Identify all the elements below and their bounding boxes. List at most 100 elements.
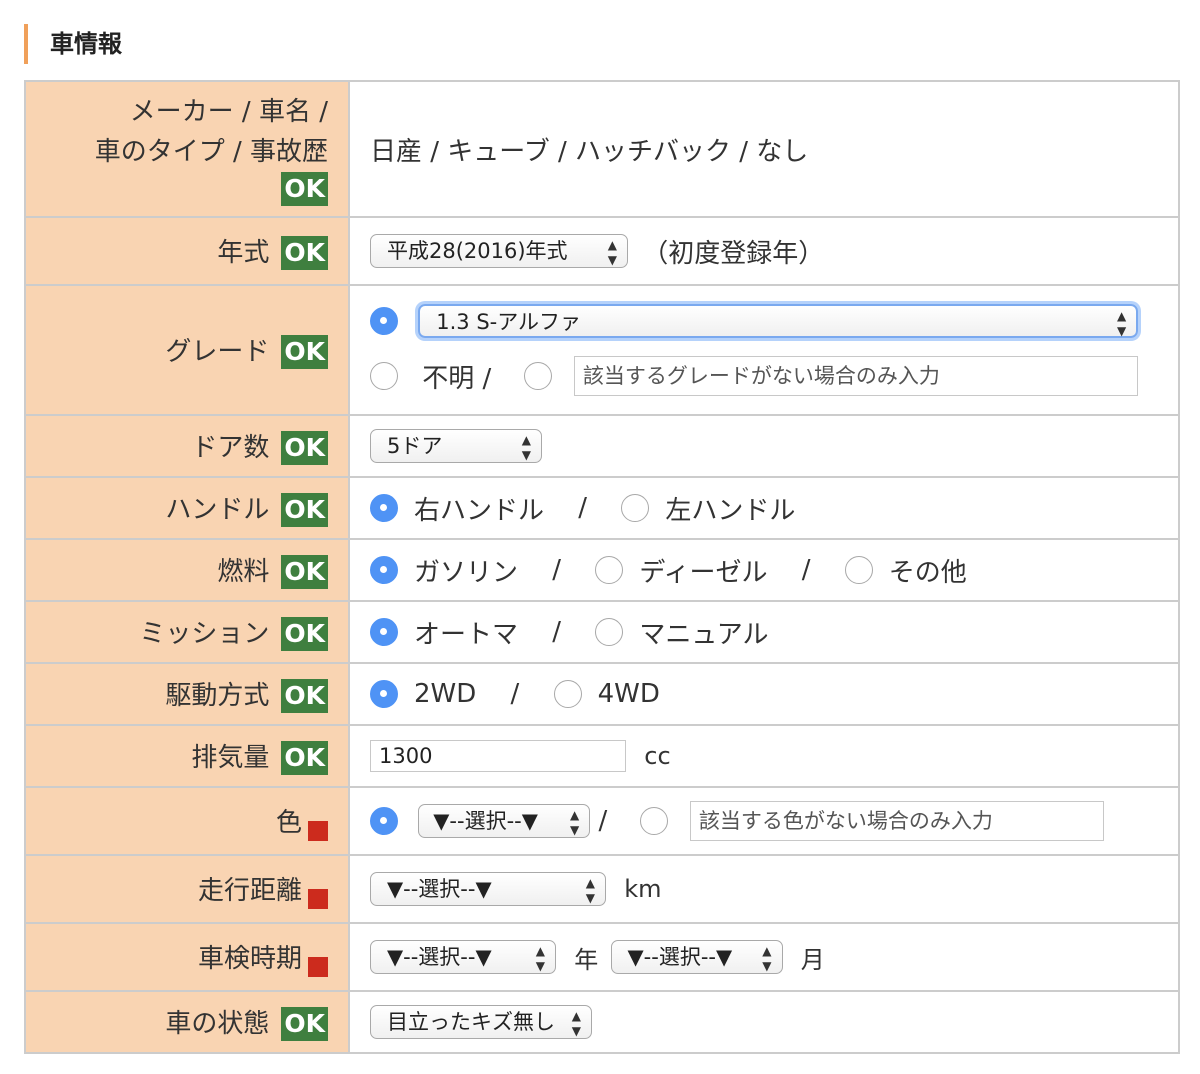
row-mission: ミッション OK オートマ / マニュアル — [24, 600, 1180, 664]
grade-select[interactable]: 1.3 S-アルファ ▲ ▼ — [418, 304, 1139, 338]
color-label: 色 — [275, 807, 302, 838]
select-arrows-icon: ▲ ▼ — [521, 433, 531, 462]
handle-left-radio[interactable] — [621, 494, 650, 522]
maker-label-line1: メーカー / 車名 / — [129, 97, 328, 127]
inspection-month-value: ▼--選択--▼ — [627, 945, 733, 969]
select-arrows-icon: ▲ ▼ — [1117, 309, 1127, 338]
drive-2wd-label: 2WD — [414, 679, 477, 710]
color-select-value: ▼--選択--▼ — [433, 809, 538, 833]
grade-label: グレード — [165, 336, 270, 367]
ok-badge: OK — [281, 1007, 328, 1042]
fuel-gasoline-radio[interactable] — [370, 556, 398, 584]
grade-select-value: 1.3 S-アルファ — [436, 310, 582, 334]
ok-badge: OK — [281, 236, 328, 271]
ok-badge: OK — [281, 335, 328, 370]
displacement-input[interactable]: 1300 — [370, 740, 626, 772]
inspection-year-unit: 年 — [574, 945, 599, 974]
car-info-form: メーカー / 車名 / 車のタイプ / 事故歴 OK 日産 / キューブ / ハ… — [24, 80, 1180, 1054]
ok-badge: OK — [281, 555, 328, 590]
select-arrows-icon: ▲ ▼ — [535, 944, 545, 973]
ok-badge: OK — [281, 741, 328, 776]
drive-label: 駆動方式 — [165, 680, 270, 711]
mission-label: ミッション — [139, 618, 270, 649]
mileage-select-value: ▼--選択--▼ — [387, 877, 492, 901]
row-handle: ハンドル OK 右ハンドル / 左ハンドル — [24, 476, 1180, 540]
grade-unknown-label: 不明 / — [422, 363, 492, 394]
year-label: 年式 — [217, 237, 270, 268]
row-year: 年式 OK 平成28(2016)年式 ▲ ▼ （初度登録年） — [24, 216, 1180, 286]
color-other-radio[interactable] — [639, 807, 668, 835]
select-arrows-icon: ▲ ▼ — [570, 808, 580, 837]
condition-select-value: 目立ったキズ無し — [387, 1010, 555, 1034]
mission-auto-label: オートマ — [414, 619, 519, 650]
color-select-radio[interactable] — [370, 807, 398, 835]
grade-select-radio[interactable] — [370, 307, 398, 335]
inspection-month-unit: 月 — [800, 945, 825, 974]
drive-2wd-radio[interactable] — [370, 680, 398, 709]
select-arrows-icon: ▲ ▼ — [571, 1009, 581, 1038]
row-grade: グレード OK 1.3 S-アルファ ▲ ▼ 不明 / 該当するグレードがない場合のみ… — [24, 284, 1180, 416]
grade-unknown-radio[interactable] — [370, 362, 398, 390]
row-maker-label: メーカー / 車名 / 車のタイプ / 事故歴 OK — [24, 80, 350, 218]
required-marker — [308, 820, 328, 841]
maker-label-line2: 車のタイプ / 事故歴 — [94, 137, 328, 167]
separator: / — [510, 679, 520, 710]
color-select[interactable]: ▼--選択--▼ ▲ ▼ — [418, 804, 591, 838]
select-arrows-icon: ▲ ▼ — [585, 876, 595, 905]
inspection-year-select[interactable]: ▼--選択--▼ ▲ ▼ — [370, 940, 556, 974]
ok-badge: OK — [281, 493, 328, 528]
mission-manual-radio[interactable] — [595, 618, 624, 646]
required-marker — [308, 956, 328, 977]
row-displacement: 排気量 OK 1300 cc — [24, 724, 1180, 788]
mileage-unit: km — [624, 875, 662, 903]
grade-other-radio[interactable] — [523, 362, 552, 390]
handle-label: ハンドル — [165, 494, 270, 525]
doors-label: ドア数 — [191, 432, 270, 463]
row-fuel: 燃料 OK ガソリン / ディーゼル / その他 — [24, 538, 1180, 602]
mission-manual-label: マニュアル — [639, 619, 769, 650]
fuel-diesel-label: ディーゼル — [639, 557, 768, 588]
displacement-label: 排気量 — [191, 742, 270, 773]
inspection-label: 車検時期 — [197, 943, 302, 974]
displacement-unit: cc — [644, 742, 671, 770]
fuel-diesel-radio[interactable] — [595, 556, 624, 584]
separator: / — [552, 617, 562, 647]
row-doors: ドア数 OK 5ドア ▲ ▼ — [24, 414, 1180, 478]
row-mileage: 走行距離 ▼--選択--▼ ▲ ▼ km — [24, 854, 1180, 924]
fuel-other-label: その他 — [888, 557, 967, 588]
year-select[interactable]: 平成28(2016)年式 ▲ ▼ — [370, 234, 628, 268]
inspection-month-select[interactable]: ▼--選択--▼ ▲ ▼ — [610, 940, 783, 974]
section-title: 車情報 — [24, 24, 122, 64]
fuel-gasoline-label: ガソリン — [414, 557, 519, 588]
ok-badge: OK — [281, 617, 328, 652]
required-marker — [308, 888, 328, 909]
separator: / — [598, 806, 608, 836]
year-select-value: 平成28(2016)年式 — [387, 239, 568, 263]
doors-select-value: 5ドア — [387, 434, 443, 458]
fuel-other-radio[interactable] — [844, 556, 873, 584]
doors-select[interactable]: 5ドア ▲ ▼ — [370, 429, 542, 463]
ok-badge: OK — [281, 431, 328, 466]
year-note: （初度登録年） — [642, 238, 825, 269]
handle-right-radio[interactable] — [370, 494, 398, 522]
separator: / — [801, 555, 811, 585]
select-arrows-icon: ▲ ▼ — [762, 944, 772, 973]
grade-other-input[interactable]: 該当するグレードがない場合のみ入力 — [573, 356, 1138, 396]
fuel-label: 燃料 — [217, 556, 270, 587]
separator: / — [552, 555, 562, 585]
condition-label: 車の状態 — [165, 1008, 270, 1039]
mileage-select[interactable]: ▼--選択--▼ ▲ ▼ — [370, 872, 606, 906]
inspection-year-value: ▼--選択--▼ — [387, 945, 492, 969]
select-arrows-icon: ▲ ▼ — [607, 238, 617, 267]
color-other-input[interactable]: 該当する色がない場合のみ入力 — [689, 801, 1104, 841]
ok-badge: OK — [281, 172, 328, 206]
row-condition: 車の状態 OK 目立ったキズ無し ▲ ▼ — [24, 990, 1180, 1054]
row-color: 色 ▼--選択--▼ ▲ ▼ / 該当する色がない場合のみ入力 — [24, 786, 1180, 856]
mission-auto-radio[interactable] — [370, 618, 398, 646]
drive-4wd-radio[interactable] — [553, 680, 582, 709]
row-inspection: 車検時期 ▼--選択--▼ ▲ ▼ 年 ▼--選択--▼ ▲ ▼ 月 — [24, 922, 1180, 992]
handle-left-label: 左ハンドル — [665, 495, 796, 526]
mileage-label: 走行距離 — [197, 875, 302, 906]
condition-select[interactable]: 目立ったキズ無し ▲ ▼ — [370, 1005, 592, 1039]
maker-value: 日産 / キューブ / ハッチバック / なし — [348, 80, 1180, 218]
